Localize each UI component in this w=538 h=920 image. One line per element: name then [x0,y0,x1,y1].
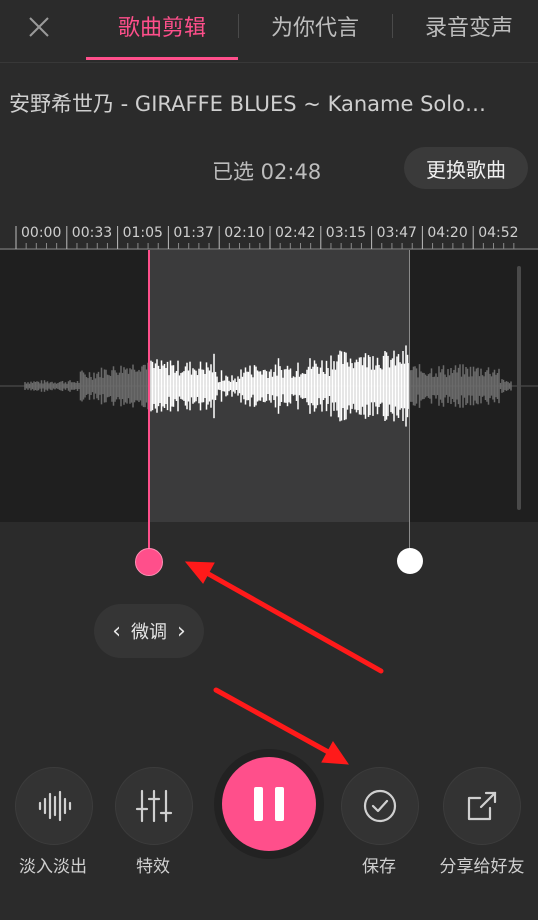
chevron-right-icon[interactable]: › [177,619,186,644]
tab-divider [392,14,393,38]
start-handle-line [148,250,150,550]
save-button[interactable] [341,767,419,845]
tab-song-clip[interactable]: 歌曲剪辑 [86,0,238,52]
check-circle-icon [363,789,397,823]
share-button[interactable] [443,767,521,845]
tick-label: 04:52 [478,225,519,241]
close-button[interactable] [18,6,60,48]
tick-label: 04:20 [427,225,468,241]
tab-endorse[interactable]: 为你代言 [250,0,380,52]
fade-label: 淡入淡出 [19,857,87,877]
tick-label: 03:15 [325,225,367,241]
share-label: 分享给好友 [439,857,525,877]
tick-label: 00:33 [71,225,113,241]
fade-button[interactable] [15,767,93,845]
fine-tune-control: ‹ 微调 › [94,604,204,658]
tab-voice-change[interactable]: 录音变声 [405,0,533,52]
tick-label: 03:47 [376,225,417,241]
selected-duration: 已选 02:48 [212,160,322,184]
save-label: 保存 [362,857,396,877]
end-handle[interactable] [397,548,423,574]
start-handle[interactable] [135,548,163,576]
tick-label: 02:42 [275,225,316,241]
annotation-arrowhead [184,561,215,584]
change-song-button[interactable]: 更换歌曲 [404,147,528,189]
pause-icon [248,787,290,821]
end-handle-line [409,250,410,550]
equalizer-icon [135,789,173,823]
tick-label: 01:37 [173,225,214,241]
timeline-ruler: 00:00 00:33 01:05 01:37 02:10 02:42 03:15 03:47… [0,216,538,250]
chevron-left-icon[interactable]: ‹ [112,619,121,644]
close-icon [29,17,49,37]
annotation-arrow [202,569,384,674]
fade-icon [38,790,72,822]
effects-button[interactable] [115,767,193,845]
waveform-scrollbar[interactable] [517,266,521,510]
annotation-arrow [213,687,333,756]
fine-tune-label: 微调 [131,622,167,643]
tick-label: 01:05 [122,225,163,241]
pause-button[interactable] [222,757,316,851]
tab-divider [238,14,239,38]
song-title: 安野希世乃 - GIRAFFE BLUES ~ Kaname Solo… [9,92,486,116]
effects-label: 特效 [136,857,170,877]
tick-label: 00:00 [21,225,62,241]
annotation-arrowhead [321,741,349,765]
active-tab-indicator [86,57,238,60]
share-icon [467,791,497,821]
waveform [0,345,538,427]
tick-label: 02:10 [224,225,265,241]
play-button-ring [214,749,324,859]
